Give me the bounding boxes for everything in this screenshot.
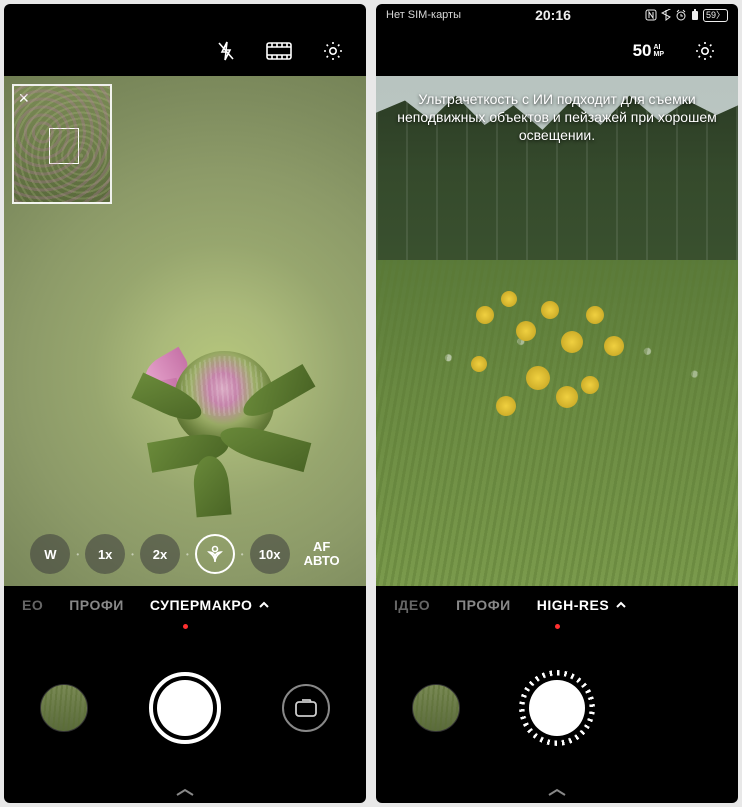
mode-pro[interactable]: ПРОФИ [456,597,511,613]
alarm-icon [675,9,687,21]
battery-level: 59〉 [703,9,728,22]
mode-pro[interactable]: ПРОФИ [69,597,124,613]
switch-camera-button[interactable] [282,684,330,732]
gallery-thumbnail[interactable] [40,684,88,732]
filmstrip-icon[interactable] [266,42,292,60]
zoom-strip: W • 1x • 2x • • 10x AF АВТО [4,534,366,574]
flash-off-icon[interactable] [216,40,236,62]
mode-bar-left[interactable]: ЕО ПРОФИ СУПЕРМАКРО [4,586,366,624]
status-sim: Нет SIM-карты [386,9,461,21]
settings-gear-icon[interactable] [694,40,716,62]
subject-flower [134,326,304,476]
status-time: 20:16 [535,7,571,23]
resolution-50mp-button[interactable]: 50 AIMP [633,41,664,61]
inset-crop-frame [49,128,79,164]
shutter-button[interactable] [519,670,595,746]
shutter-button[interactable] [149,672,221,744]
viewfinder-right[interactable]: Ультрачеткость с ИИ подходит для съемки … [376,76,738,586]
phone-left-supermacro: ✕ W • 1x • 2x • • 10x AF АВ [4,4,366,803]
zoom-macro-button[interactable] [195,534,235,574]
shutter-bar-left [4,634,366,781]
mode-bar-right[interactable]: ІДЕО ПРОФИ HIGH-RES [376,586,738,624]
zoom-2x-button[interactable]: 2x [140,534,180,574]
mode-tip-text: Ультрачеткость с ИИ подходит для съемки … [396,90,718,144]
mode-supermacro-active[interactable]: СУПЕРМАКРО [150,597,271,613]
drawer-handle[interactable] [376,781,738,803]
phone-right-highres: Нет SIM-карты 20:16 59〉 50 AIMP [376,4,738,803]
zoom-10x-button[interactable]: 10x [250,534,290,574]
viewfinder-left[interactable]: ✕ W • 1x • 2x • • 10x AF АВ [4,76,366,586]
statusbar-left [4,4,366,26]
mode-indicator-dot [376,624,738,634]
top-controls-right: 50 AIMP [376,26,738,76]
macro-overview-inset[interactable]: ✕ [12,84,112,204]
status-icons: 59〉 [645,9,728,22]
shutter-bar-right [376,634,738,781]
nfc-icon [645,9,657,21]
mode-video-cut[interactable]: ЕО [22,597,43,613]
chevron-up-icon [258,599,270,611]
settings-gear-icon[interactable] [322,40,344,62]
mode-video-cut[interactable]: ІДЕО [394,597,430,613]
bluetooth-icon [661,9,671,21]
battery-saver-icon [691,9,699,21]
close-inset-icon[interactable]: ✕ [18,90,30,107]
mode-highres-active[interactable]: HIGH-RES [537,597,627,613]
af-auto-label[interactable]: AF АВТО [304,540,340,568]
drawer-handle[interactable] [4,781,366,803]
zoom-1x-button[interactable]: 1x [85,534,125,574]
gallery-thumbnail[interactable] [412,684,460,732]
chevron-up-icon [615,599,627,611]
top-controls-left [4,26,366,76]
zoom-wide-button[interactable]: W [30,534,70,574]
statusbar-right: Нет SIM-карты 20:16 59〉 [376,4,738,26]
mode-indicator-dot [4,624,366,634]
